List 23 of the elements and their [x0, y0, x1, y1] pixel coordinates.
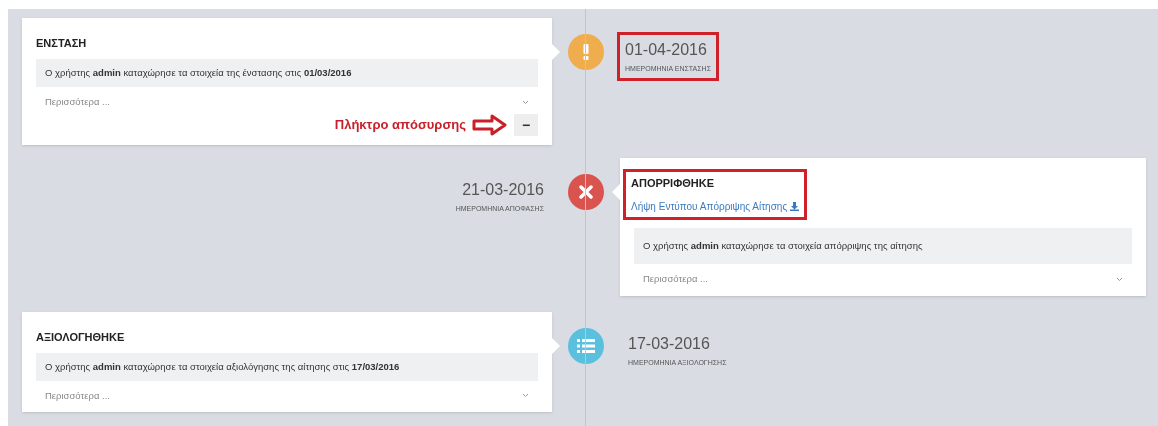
- more-toggle[interactable]: Περισσότερα ...: [634, 264, 1132, 287]
- more-toggle[interactable]: Περισσότερα ...: [36, 87, 538, 110]
- exclamation-icon: [583, 44, 589, 60]
- event-date: 01-04-2016: [625, 40, 707, 60]
- event-date: 21-03-2016: [462, 179, 544, 200]
- event-title: ΑΞΙΟΛΟΓΗΘΗΚΕ: [36, 329, 125, 345]
- list-icon: [577, 338, 595, 353]
- event-note: Ο χρήστης admin καταχώρησε τα στοιχεία απόρριψης της αίτησης: [634, 228, 1132, 265]
- callout-label: Πλήκτρο απόσυρσης: [334, 115, 466, 134]
- withdraw-button[interactable]: −: [514, 113, 538, 136]
- chevron-down-icon: [1116, 276, 1123, 282]
- more-toggle[interactable]: Περισσότερα ...: [36, 380, 538, 403]
- chevron-down-icon: [522, 393, 529, 399]
- event-date: 17-03-2016: [628, 333, 710, 354]
- event-title: ΕΝΣΤΑΣΗ: [36, 36, 87, 51]
- event-title: ΑΠΟΡΡΙΦΘΗΚΕ: [631, 175, 715, 191]
- event-note: Ο χρήστης admin καταχώρησε τα στοιχεία της ένστασης στις 01/03/2016: [36, 59, 538, 88]
- download-link[interactable]: Λήψη Εντύπου Απόρριψης Αίτησης: [631, 199, 800, 214]
- download-icon: [790, 202, 800, 211]
- chevron-down-icon: [522, 99, 529, 105]
- arrow-right-icon: [472, 113, 508, 136]
- close-icon: [579, 184, 593, 199]
- event-note: Ο χρήστης admin καταχώρησε τα στοιχεία αξιολόγησης της αίτησης στις 17/03/2016: [36, 352, 538, 381]
